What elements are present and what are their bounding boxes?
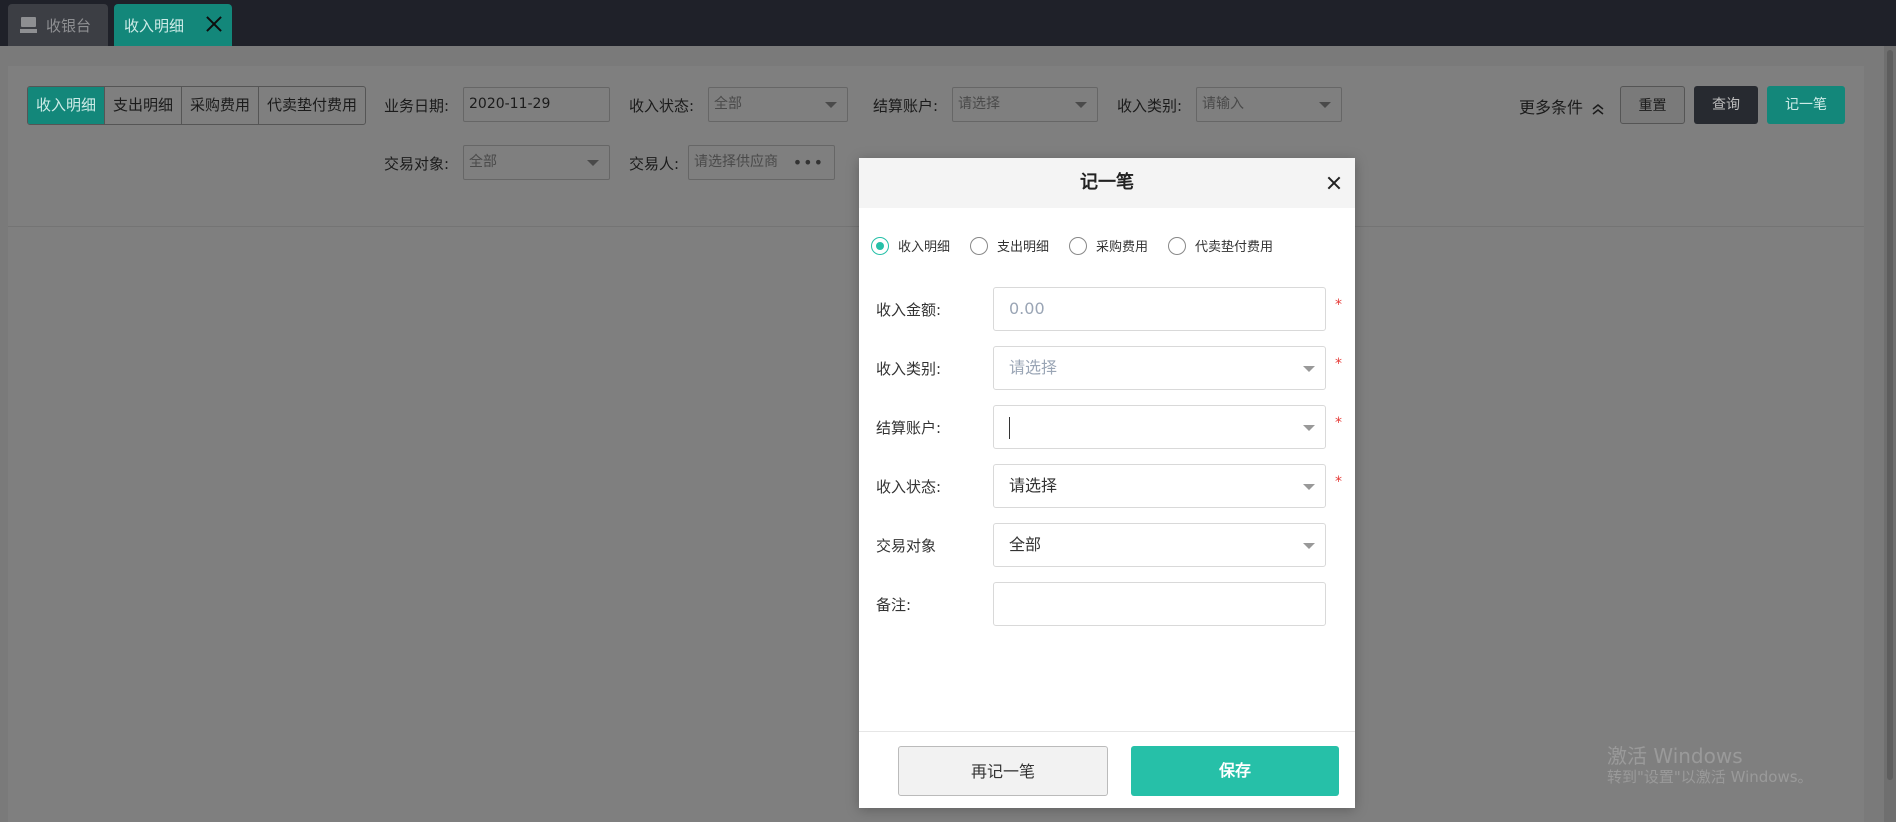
tab-income-detail-label: 收入明细 [124,16,185,35]
caret-down-icon [587,160,599,166]
radio-label: 代卖垫付费用 [1195,240,1274,255]
status-select[interactable]: 请选择 [993,464,1326,508]
close-icon[interactable] [204,14,224,34]
activation-watermark-title: 激活 Windows [1607,744,1743,768]
record-dialog: 记一笔 收入明细 支出明细 采购费用 代卖垫付费用 收入金额: 0.00 * 收… [859,158,1355,808]
radio-purchase-fee[interactable]: 采购费用 [1069,236,1148,255]
activation-watermark-subtitle: 转到"设置"以激活 Windows。 [1607,768,1813,786]
status-value: 请选择 [1009,476,1058,495]
radio-unchecked-icon [1069,236,1088,255]
tab-income-detail[interactable]: 收入明细 [114,4,232,46]
cash-register-icon [20,16,37,34]
required-mark: * [1335,297,1342,313]
object-value: 全部 [469,154,497,170]
required-mark: * [1335,415,1342,431]
radio-unchecked-icon [970,236,989,255]
caret-down-icon [1303,366,1315,372]
amount-label: 收入金额: [876,301,942,319]
category-placeholder: 请选择 [1009,358,1058,377]
segment-income-detail[interactable]: 收入明细 [28,87,106,124]
remark-input[interactable] [993,582,1326,626]
category-label: 收入类别: [876,360,942,378]
radio-label: 支出明细 [997,240,1050,255]
required-mark: * [1335,474,1342,490]
remark-label: 备注: [876,596,912,614]
category-placeholder: 请输入 [1202,96,1244,112]
object-select[interactable]: 全部 [463,145,610,180]
object-label: 交易对象 [876,537,937,555]
category-select[interactable]: 请输入 [1196,87,1342,122]
account-label: 结算账户: [873,97,939,115]
segment-expense-detail[interactable]: 支出明细 [105,87,183,124]
caret-down-icon [1075,102,1087,108]
footer-divider [859,731,1355,732]
tab-bar: 收银台 收入明细 [0,0,1896,46]
caret-down-icon [825,102,837,108]
account-label: 结算账户: [876,419,942,437]
amount-input[interactable]: 0.00 [993,287,1326,331]
radio-checked-icon [871,236,889,255]
chevron-up-icon [1592,103,1604,115]
dialog-header: 记一笔 [859,158,1355,208]
caret-down-icon [1303,484,1315,490]
radio-unchecked-icon [1168,236,1187,255]
caret-down-icon [1303,425,1315,431]
segment-purchase-fee[interactable]: 采购费用 [182,87,260,124]
record-again-button[interactable]: 再记一笔 [898,746,1108,796]
more-conditions-toggle[interactable]: 更多条件 [1519,94,1605,118]
radio-label: 采购费用 [1096,240,1149,255]
record-type-radios: 收入明细 支出明细 采购费用 代卖垫付费用 [871,236,1293,255]
scrollbar[interactable] [1884,46,1896,822]
radio-consign-advance-fee[interactable]: 代卖垫付费用 [1168,236,1273,255]
text-cursor [1009,416,1010,439]
more-conditions-label: 更多条件 [1519,98,1584,117]
trader-input[interactable]: 请选择供应商 ••• [688,145,835,180]
status-label: 收入状态: [876,478,942,496]
income-status-value: 全部 [714,96,742,112]
caret-down-icon [1319,102,1331,108]
radio-label: 收入明细 [898,240,951,255]
account-select[interactable]: 请选择 [952,87,1098,122]
object-label: 交易对象: [384,155,450,173]
object-select[interactable]: 全部 [993,523,1326,567]
segment-consign-advance-fee[interactable]: 代卖垫付费用 [259,87,365,124]
account-select[interactable] [993,405,1326,449]
trader-label: 交易人: [629,155,680,173]
dialog-title: 记一笔 [1080,172,1134,193]
trader-placeholder: 请选择供应商 [694,154,778,170]
tab-cashier[interactable]: 收银台 [8,4,108,46]
tab-cashier-label: 收银台 [46,16,92,35]
save-button[interactable]: 保存 [1131,746,1339,796]
more-dots-icon[interactable]: ••• [793,146,824,179]
caret-down-icon [1303,543,1315,549]
radio-income-detail[interactable]: 收入明细 [871,236,950,255]
category-select[interactable]: 请选择 [993,346,1326,390]
scrollbar-thumb[interactable] [1887,50,1893,780]
radio-expense-detail[interactable]: 支出明细 [970,236,1049,255]
record-button[interactable]: 记一笔 [1767,86,1845,124]
query-button[interactable]: 查询 [1694,86,1758,124]
income-status-select[interactable]: 全部 [708,87,848,122]
biz-date-input[interactable]: 2020-11-29 [463,87,610,122]
object-value: 全部 [1009,535,1042,554]
income-status-label: 收入状态: [629,97,695,115]
record-type-segmented: 收入明细 支出明细 采购费用 代卖垫付费用 [27,86,367,125]
reset-button[interactable]: 重置 [1620,86,1685,124]
biz-date-label: 业务日期: [384,97,450,115]
required-mark: * [1335,356,1342,372]
category-label: 收入类别: [1117,97,1183,115]
account-placeholder: 请选择 [958,96,1000,112]
close-icon[interactable] [1327,176,1341,190]
